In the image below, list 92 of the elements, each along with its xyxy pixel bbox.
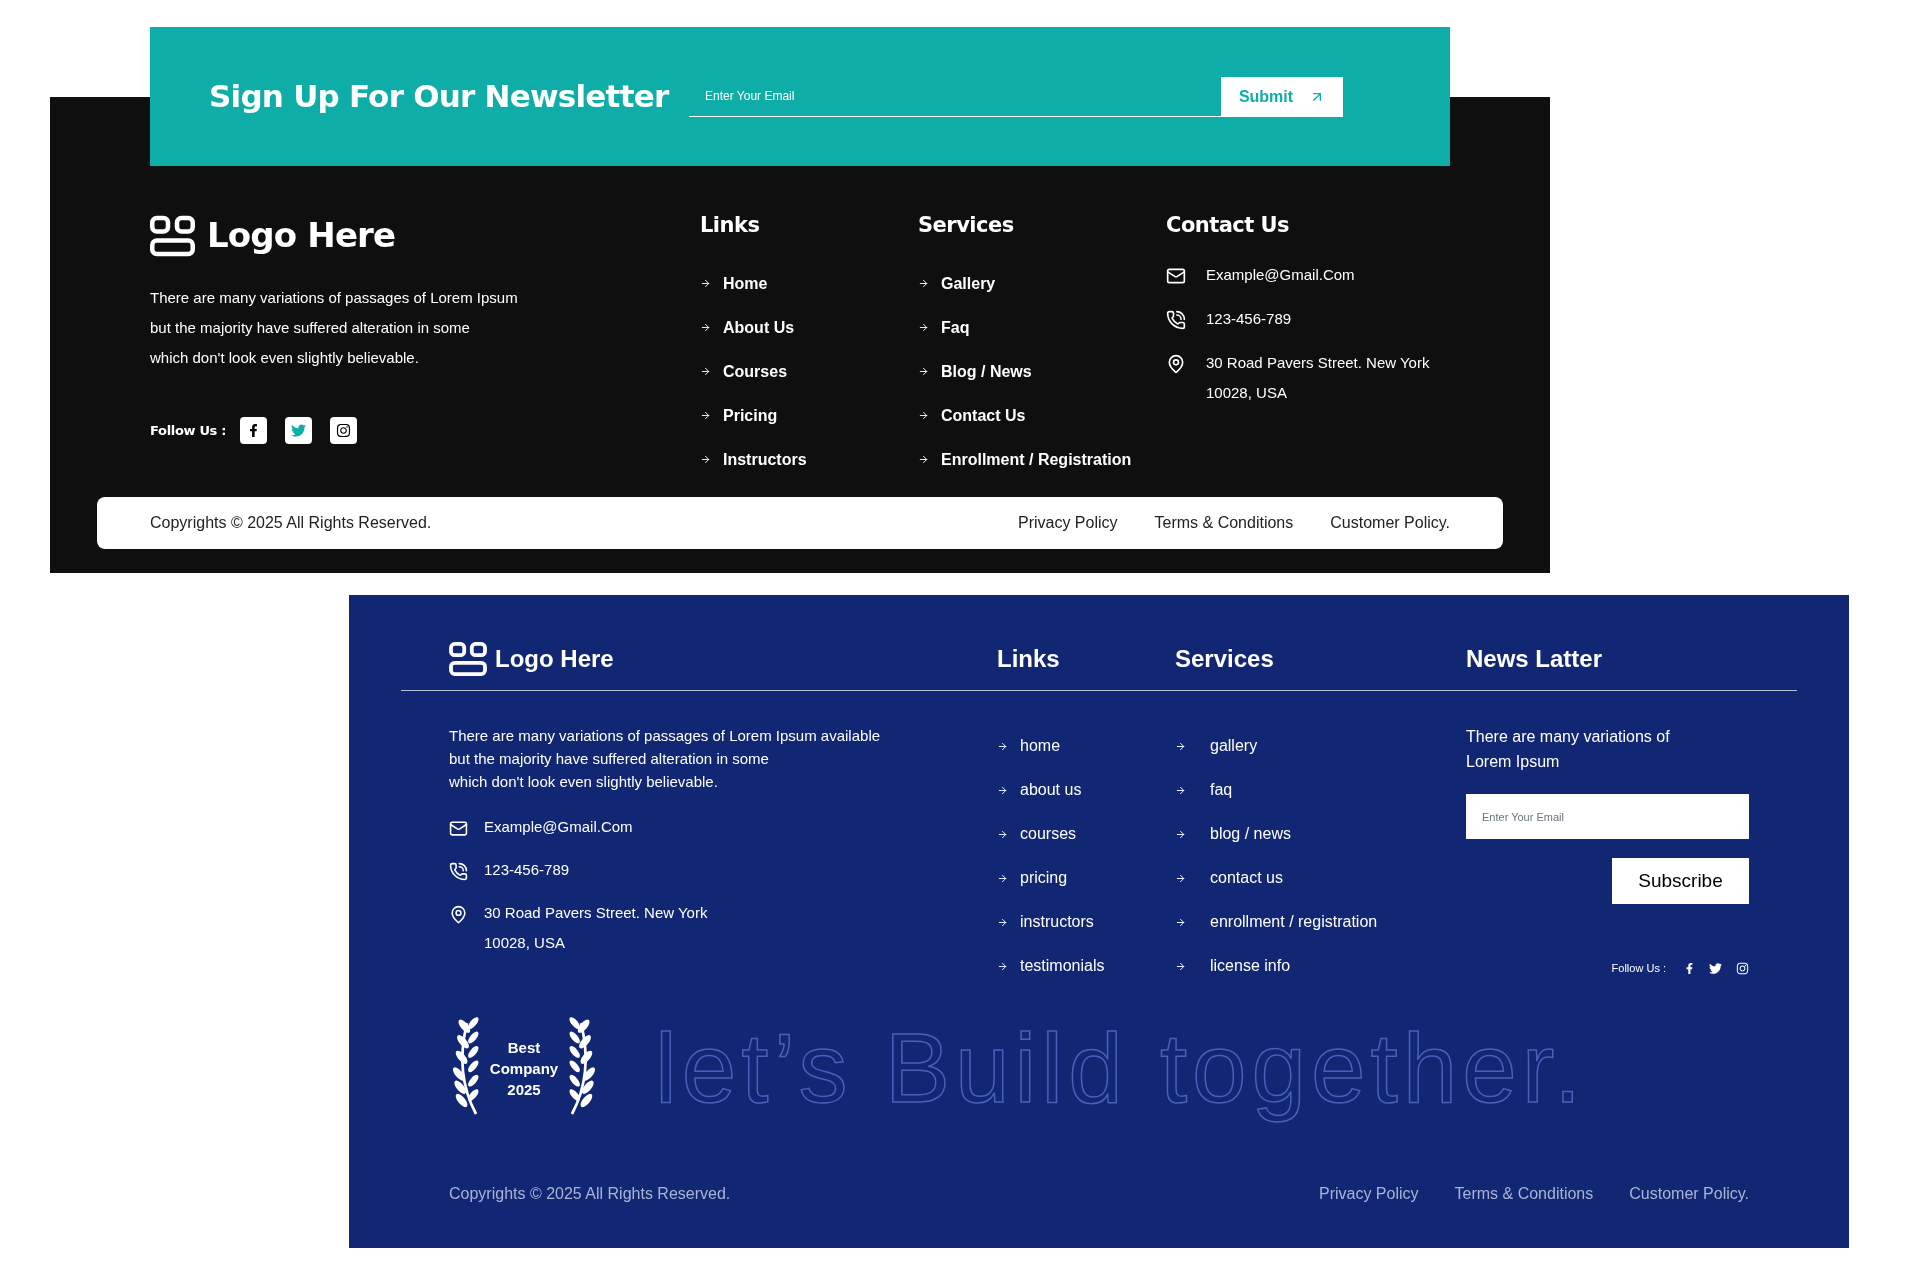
policy-link[interactable]: Privacy Policy xyxy=(1318,1182,1419,1206)
contact-text: Example@Gmail.Com xyxy=(1206,264,1355,285)
contact-text: 30 Road Pavers Street. New York 10028, USA xyxy=(1206,352,1430,403)
twitter-link[interactable] xyxy=(285,417,313,444)
arrow-right-icon xyxy=(997,872,1008,884)
footer-link[interactable]: About Us xyxy=(723,315,795,340)
column-heading: Links xyxy=(700,212,761,239)
footer-link[interactable]: gallery xyxy=(1210,734,1258,758)
arrow-right-icon xyxy=(1175,916,1186,928)
footer-link[interactable]: Contact Us xyxy=(941,403,1026,428)
phone-icon xyxy=(1166,309,1186,330)
footer-link[interactable]: faq xyxy=(1210,778,1233,802)
newsletter-title: Sign Up For Our Newsletter xyxy=(209,77,670,117)
footer-link[interactable]: instructors xyxy=(1020,910,1094,934)
footer-link[interactable]: home xyxy=(1020,734,1061,758)
email-field[interactable]: Enter Your Email xyxy=(689,76,1221,117)
column-heading: Links xyxy=(997,643,1061,674)
policy-link[interactable]: Terms & Conditions xyxy=(1454,1182,1594,1206)
twitter-icon xyxy=(291,423,307,438)
instagram-icon[interactable] xyxy=(1736,961,1749,975)
location-pin-icon xyxy=(1166,353,1186,374)
footer-link[interactable]: Enrollment / Registration xyxy=(941,447,1132,472)
phone-icon xyxy=(449,862,468,881)
contact-text: 123-456-789 xyxy=(1206,308,1292,329)
column-heading: Contact Us xyxy=(1166,212,1291,239)
subscribe-button[interactable]: Subscribe xyxy=(1612,858,1749,904)
arrow-right-icon xyxy=(997,916,1008,928)
footer-link[interactable]: Pricing xyxy=(723,403,778,428)
footer-link[interactable]: Instructors xyxy=(723,447,807,472)
footer-link[interactable]: contact us xyxy=(1210,866,1283,890)
arrow-right-icon xyxy=(700,454,711,465)
arrow-right-icon xyxy=(918,366,929,377)
footer-link[interactable]: blog / news xyxy=(1210,822,1291,846)
arrow-right-icon xyxy=(1175,740,1186,752)
arrow-right-icon xyxy=(700,366,711,377)
arrow-right-icon xyxy=(700,410,711,421)
policy-link[interactable]: Privacy Policy xyxy=(1017,511,1118,535)
location-pin-icon xyxy=(449,905,468,924)
arrow-right-icon xyxy=(918,278,929,289)
follow-label: Follow Us : xyxy=(150,421,227,440)
logo-text: Logo Here xyxy=(207,214,396,257)
arrow-right-icon xyxy=(918,454,929,465)
column-heading: Services xyxy=(918,212,1015,239)
footer-link[interactable]: Faq xyxy=(941,315,970,340)
arrow-right-icon xyxy=(997,828,1008,840)
slogan-outline-text: let’s Build together. xyxy=(655,1012,1588,1125)
footer-link[interactable]: pricing xyxy=(1020,866,1068,890)
mail-icon xyxy=(449,819,468,838)
footer-link[interactable]: Courses xyxy=(723,359,788,384)
copyright-text: Copyrights © 2025 All Rights Reserved. xyxy=(449,1184,731,1204)
footer-link[interactable]: enrollment / registration xyxy=(1210,910,1378,934)
footer-link[interactable]: about us xyxy=(1020,778,1082,802)
follow-label: Follow Us : xyxy=(1611,961,1666,976)
footer-link[interactable]: Gallery xyxy=(941,271,996,296)
arrow-right-icon xyxy=(918,322,929,333)
footer-link[interactable]: Home xyxy=(723,271,768,296)
contact-text: 123-456-789 xyxy=(484,860,570,880)
policy-link[interactable]: Customer Policy. xyxy=(1629,1182,1749,1206)
arrow-right-icon xyxy=(997,740,1008,752)
contact-text: Example@Gmail.Com xyxy=(484,817,633,837)
column-heading: News Latter xyxy=(1466,643,1603,674)
arrow-right-icon xyxy=(1175,828,1186,840)
instagram-icon xyxy=(336,423,352,438)
facebook-icon[interactable] xyxy=(1684,962,1695,974)
arrow-right-icon xyxy=(997,784,1008,796)
twitter-icon[interactable] xyxy=(1709,961,1722,975)
footer-link[interactable]: Blog / News xyxy=(941,359,1032,384)
footer-link[interactable]: license info xyxy=(1210,954,1291,978)
arrow-right-icon xyxy=(1175,784,1186,796)
copyright-text: Copyrights © 2025 All Rights Reserved. xyxy=(150,513,432,533)
arrow-right-icon xyxy=(1175,872,1186,884)
award-text: Best Company 2025 xyxy=(488,1038,560,1101)
policy-link[interactable]: Customer Policy. xyxy=(1330,511,1450,535)
instagram-link[interactable] xyxy=(330,417,358,444)
newsletter-text: There are many variations of Lorem Ipsum xyxy=(1466,727,1671,772)
footer-link[interactable]: courses xyxy=(1020,822,1077,846)
logo-icon xyxy=(150,214,195,257)
arrow-right-icon xyxy=(997,960,1008,972)
logo-text: Logo Here xyxy=(495,643,614,674)
arrow-right-icon xyxy=(700,278,711,289)
arrow-right-icon xyxy=(700,322,711,333)
footer-description: There are many variations of passages of Lorem Ipsum but the majority have suffered alteration in some which don't look even slightly believable. xyxy=(150,288,519,368)
column-heading: Services xyxy=(1175,643,1275,674)
policy-link[interactable]: Terms & Conditions xyxy=(1154,511,1294,535)
contact-text: 30 Road Pavers Street. New York 10028, USA xyxy=(484,903,708,953)
email-field[interactable]: Enter Your Email xyxy=(1466,794,1749,839)
logo-icon xyxy=(449,641,487,676)
arrow-right-icon xyxy=(1175,960,1186,972)
footer-link[interactable]: testimonials xyxy=(1020,954,1105,978)
footer-description: There are many variations of passages of Lorem Ipsum available but the majority have suffered alteration in some which don't look even slightly believable. xyxy=(449,726,882,792)
arrow-right-icon xyxy=(918,410,929,421)
facebook-link[interactable] xyxy=(240,417,268,444)
